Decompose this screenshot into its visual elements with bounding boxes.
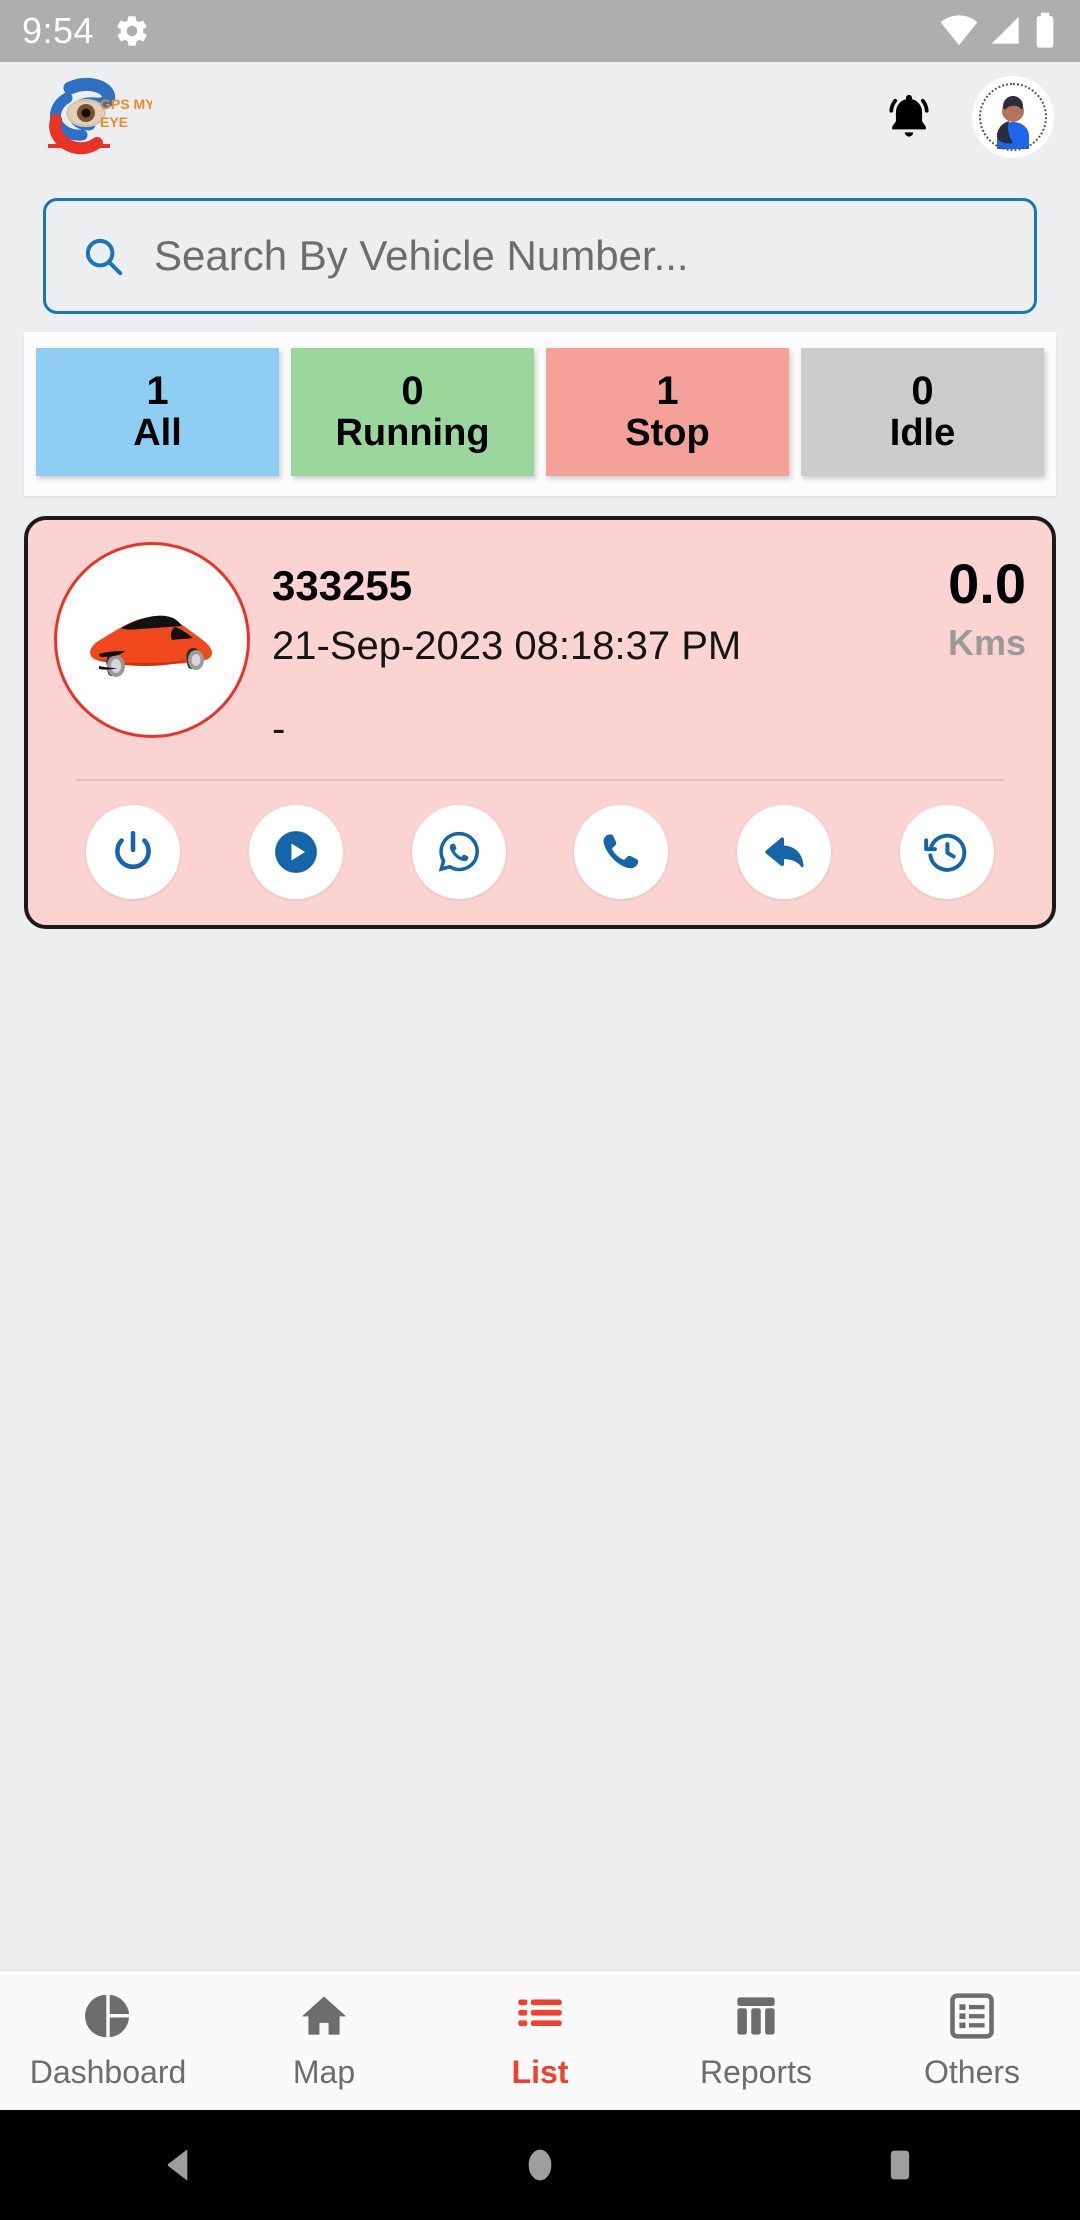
stat-label: Stop	[625, 412, 710, 455]
android-back-button[interactable]	[0, 2143, 360, 2187]
search-bar[interactable]	[43, 198, 1037, 314]
stat-card-idle[interactable]: 0 Idle	[801, 348, 1044, 476]
search-section	[0, 172, 1080, 314]
stat-value: 1	[146, 368, 169, 413]
nav-item-dashboard[interactable]: Dashboard	[0, 1990, 216, 2091]
nav-label: Map	[292, 2054, 356, 2090]
app-header: GPS MY EYE	[0, 62, 1080, 172]
gear-icon	[114, 13, 150, 49]
vehicle-card-header: 333255 21-Sep-2023 08:18:37 PM - 0.0 Kms	[54, 542, 1026, 753]
nav-label: Reports	[699, 2054, 813, 2090]
home-icon	[301, 1996, 347, 2035]
home-circle-icon	[528, 2149, 552, 2181]
nav-item-list[interactable]: List	[432, 1990, 648, 2091]
nav-item-others[interactable]: Others	[864, 1990, 1080, 2091]
logo-text-line2: EYE	[100, 114, 128, 130]
whatsapp-icon	[438, 831, 479, 872]
stat-card-stop[interactable]: 1 Stop	[546, 348, 789, 476]
search-input[interactable]	[154, 232, 1000, 280]
power-icon	[115, 830, 151, 869]
vehicle-timestamp: 21-Sep-2023 08:18:37 PM	[272, 623, 742, 668]
vehicle-card[interactable]: 333255 21-Sep-2023 08:18:37 PM - 0.0 Kms	[24, 516, 1056, 929]
history-button[interactable]	[899, 804, 994, 899]
battery-icon	[1036, 12, 1054, 48]
status-bar-clock: 9:54	[22, 10, 95, 51]
stat-card-all[interactable]: 1 All	[36, 348, 279, 476]
history-icon	[924, 833, 967, 872]
logo-text-line1: GPS MY	[100, 96, 152, 112]
power-button[interactable]	[86, 804, 180, 899]
vehicle-id: 333255	[272, 562, 413, 609]
back-triangle-icon	[167, 2149, 188, 2181]
share-icon	[765, 836, 804, 867]
pie-chart-icon	[85, 1994, 130, 2038]
app-screen: 9:54 GPS MY EYE Search By Vehicle Number…	[0, 0, 1080, 2220]
search-icon	[80, 233, 126, 279]
android-nav-bar	[0, 2110, 1080, 2220]
status-bar-indicators	[938, 11, 1058, 51]
bar-chart-icon	[737, 1997, 775, 2035]
android-home-button[interactable]	[360, 2143, 720, 2187]
stat-label: Idle	[889, 412, 956, 455]
nav-label: List	[511, 2054, 569, 2090]
avatar[interactable]	[972, 76, 1054, 158]
nav-label: Dashboard	[29, 2054, 187, 2090]
whatsapp-button[interactable]	[411, 804, 506, 899]
bell-icon[interactable]	[880, 86, 938, 148]
android-status-bar: 9:54	[0, 0, 1080, 62]
android-recents-button[interactable]	[720, 2143, 1080, 2187]
play-button[interactable]	[248, 804, 343, 899]
call-button[interactable]	[574, 804, 669, 899]
share-button[interactable]	[737, 804, 832, 899]
stat-label: All	[133, 412, 182, 455]
phone-icon	[603, 833, 639, 868]
wifi-icon	[940, 15, 978, 46]
stat-label: Running	[335, 412, 490, 455]
app-logo[interactable]: GPS MY EYE	[40, 76, 155, 158]
stat-value: 0	[911, 368, 934, 413]
vehicle-distance: 0.0 Kms	[948, 542, 1026, 664]
vehicle-action-row	[54, 781, 1026, 901]
play-icon	[274, 830, 317, 873]
bottom-navigation: Dashboard Map List Reports Others	[0, 1970, 1080, 2110]
header-actions	[880, 76, 1054, 158]
stat-card-running[interactable]: 0 Running	[291, 348, 534, 476]
recents-square-icon	[890, 2150, 910, 2180]
signal-icon	[991, 16, 1019, 44]
avatar-ring	[979, 83, 1047, 151]
document-list-icon	[950, 1993, 994, 2039]
distance-unit: Kms	[947, 622, 1026, 663]
list-icon	[518, 1999, 562, 2026]
car-icon	[90, 615, 212, 677]
stat-value: 0	[401, 368, 424, 413]
nav-item-reports[interactable]: Reports	[648, 1990, 864, 2091]
vehicle-thumbnail	[54, 542, 250, 738]
vehicle-info: 333255 21-Sep-2023 08:18:37 PM -	[250, 542, 948, 753]
stat-value: 1	[656, 368, 679, 413]
vehicle-address: -	[272, 706, 286, 751]
nav-item-map[interactable]: Map	[216, 1990, 432, 2091]
gps-my-eye-logo-mark: GPS MY EYE	[40, 76, 155, 158]
nav-label: Others	[923, 2054, 1021, 2090]
distance-value: 0.0	[948, 552, 1026, 615]
status-filter-row: 1 All 0 Running 1 Stop 0 Idle	[24, 332, 1056, 496]
